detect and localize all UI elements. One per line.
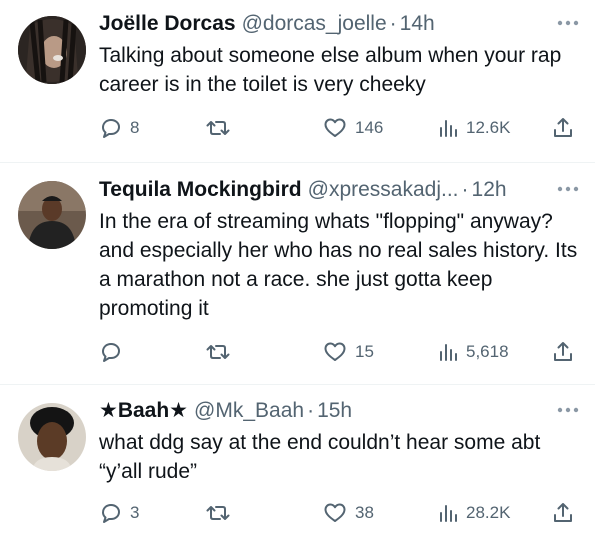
avatar-image-joelle [18, 16, 86, 84]
avatar[interactable] [18, 16, 86, 84]
retweet-icon [206, 121, 230, 135]
reply-count: 3 [130, 503, 140, 522]
reply-button[interactable]: 3 [99, 498, 139, 528]
avatar-image-baah [18, 403, 86, 471]
views-button[interactable]: 28.2K [437, 498, 510, 528]
reply-icon [102, 119, 120, 138]
tweet-header: Joëlle Dorcas @dorcas_joelle · 14h [99, 9, 581, 39]
tweet[interactable]: Tequila Mockingbird @xpressakadj... · 12… [0, 163, 595, 383]
views-icon [440, 505, 457, 522]
timestamp[interactable]: 15h [317, 396, 352, 426]
timestamp[interactable]: 12h [472, 175, 507, 205]
heart-icon [324, 118, 346, 137]
share-icon [554, 503, 572, 522]
avatar[interactable] [18, 181, 86, 249]
like-count: 146 [355, 118, 384, 137]
views-icon [440, 120, 457, 137]
user-handle[interactable]: @Mk_Baah [194, 396, 304, 426]
views-button[interactable]: 5,618 [437, 337, 509, 367]
more-icon[interactable] [555, 398, 581, 422]
heart-icon [324, 342, 346, 361]
retweet-icon [206, 506, 230, 520]
action-bar: 8 146 12.6K [99, 113, 581, 143]
reply-icon [102, 504, 120, 523]
action-bar: 3 38 28.2K [99, 498, 581, 528]
reply-icon [102, 343, 120, 362]
tweet-text: what ddg say at the end couldn’t hear so… [99, 431, 541, 483]
retweet-button[interactable] [205, 113, 238, 143]
share-button[interactable] [551, 337, 575, 367]
reply-count: 8 [130, 118, 140, 137]
retweet-icon [206, 345, 230, 359]
tweet-header: Tequila Mockingbird @xpressakadj... · 12… [99, 175, 581, 205]
display-name[interactable]: ★Baah★ [99, 396, 188, 426]
view-count: 5,618 [466, 342, 509, 361]
reply-button[interactable]: 8 [99, 113, 139, 143]
action-bar: 15 5,618 [99, 337, 581, 367]
tweet[interactable]: ★Baah★ @Mk_Baah · 15h what ddg say at th… [0, 385, 595, 541]
display-name[interactable]: Tequila Mockingbird [99, 175, 302, 205]
retweet-button[interactable] [205, 337, 238, 367]
like-count: 15 [355, 342, 374, 361]
more-icon[interactable] [555, 11, 581, 35]
share-button[interactable] [551, 498, 575, 528]
timestamp[interactable]: 14h [400, 9, 435, 39]
separator-dot: · [307, 399, 315, 422]
reply-feed: Joëlle Dorcas @dorcas_joelle · 14h Talki… [0, 0, 595, 541]
views-icon [440, 344, 457, 361]
more-icon[interactable] [555, 177, 581, 201]
view-count: 28.2K [466, 503, 511, 522]
views-button[interactable]: 12.6K [437, 113, 510, 143]
share-icon [554, 118, 572, 137]
tweet-text: In the era of streaming whats "flopping"… [99, 210, 578, 320]
avatar[interactable] [18, 403, 86, 471]
heart-icon [324, 503, 346, 522]
like-button[interactable]: 38 [322, 498, 374, 528]
like-button[interactable]: 15 [322, 337, 374, 367]
tweet-text: Talking about someone else album when yo… [99, 44, 562, 96]
display-name[interactable]: Joëlle Dorcas [99, 9, 236, 39]
tweet[interactable]: Joëlle Dorcas @dorcas_joelle · 14h Talki… [0, 0, 595, 162]
reply-button[interactable] [99, 337, 130, 367]
avatar-image-tequila [18, 181, 86, 249]
separator-dot: · [461, 178, 469, 201]
share-icon [554, 342, 572, 361]
like-button[interactable]: 146 [322, 113, 383, 143]
separator-dot: · [389, 12, 397, 35]
view-count: 12.6K [466, 118, 511, 137]
retweet-button[interactable] [205, 498, 238, 528]
user-handle[interactable]: @xpressakadj... [308, 175, 459, 205]
share-button[interactable] [551, 113, 575, 143]
like-count: 38 [355, 503, 374, 522]
tweet-header: ★Baah★ @Mk_Baah · 15h [99, 396, 581, 426]
user-handle[interactable]: @dorcas_joelle [242, 9, 387, 39]
